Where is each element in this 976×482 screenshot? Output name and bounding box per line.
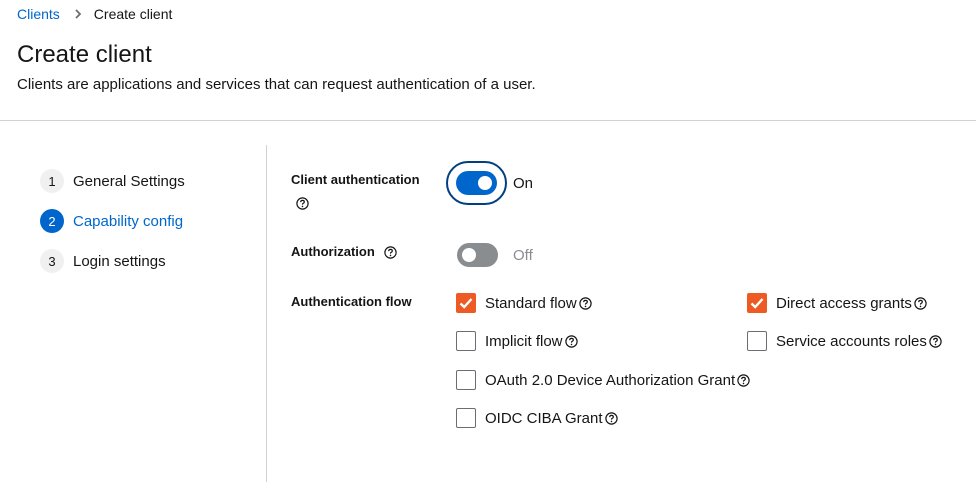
wizard-nav: 1 General Settings 2 Capability config 3… [40, 169, 185, 289]
checkbox-box [747, 331, 767, 351]
authorization-label: Authorization [291, 244, 398, 259]
direct-access-grants-checkbox[interactable]: Direct access grants [747, 293, 927, 313]
checkbox-label: OAuth 2.0 Device Authorization Grant [485, 371, 736, 389]
client-authentication-switch[interactable] [446, 161, 507, 205]
help-icon[interactable] [384, 246, 398, 259]
service-accounts-roles-checkbox[interactable]: Service accounts roles [747, 331, 942, 351]
oidc-ciba-grant-checkbox[interactable]: OIDC CIBA Grant [456, 408, 618, 428]
help-icon[interactable] [296, 197, 309, 210]
wizard-step-login-settings[interactable]: 3 Login settings [40, 249, 185, 273]
wizard-step-capability-config[interactable]: 2 Capability config [40, 209, 185, 233]
implicit-flow-checkbox[interactable]: Implicit flow [456, 331, 578, 351]
checkbox-label: Standard flow [485, 294, 577, 312]
step-label: Capability config [73, 212, 184, 230]
standard-flow-checkbox[interactable]: Standard flow [456, 293, 592, 313]
help-icon[interactable] [914, 296, 927, 310]
chevron-right-icon [74, 9, 82, 19]
page-description: Clients are applications and services th… [17, 76, 536, 93]
checkbox-label: Service accounts roles [776, 332, 927, 350]
step-number: 1 [40, 169, 64, 193]
client-authentication-label: Client authentication [291, 172, 420, 187]
switch-knob [462, 248, 476, 262]
client-authentication-state: On [513, 175, 534, 192]
check-icon [747, 293, 767, 313]
help-icon[interactable] [579, 296, 592, 310]
authorization-label-text: Authorization [291, 244, 375, 259]
help-icon[interactable] [737, 373, 750, 387]
authorization-state: Off [513, 247, 533, 264]
wizard-divider [266, 145, 267, 482]
header-divider [0, 120, 976, 121]
switch-knob [478, 176, 492, 190]
authentication-flow-label-text: Authentication flow [291, 294, 412, 309]
wizard-step-general-settings[interactable]: 1 General Settings [40, 169, 185, 193]
client-authentication-label-text: Client authentication [291, 172, 420, 187]
oauth-device-authorization-grant-checkbox[interactable]: OAuth 2.0 Device Authorization Grant [456, 370, 750, 390]
checkbox-box [456, 370, 476, 390]
help-icon[interactable] [564, 334, 578, 348]
breadcrumb-clients-link[interactable]: Clients [17, 6, 60, 22]
checkbox-label: Direct access grants [776, 294, 912, 312]
breadcrumb: Clients Create client [17, 6, 172, 22]
checkbox-label: Implicit flow [485, 332, 563, 350]
help-icon[interactable] [929, 334, 942, 348]
step-number: 3 [40, 249, 64, 273]
help-icon[interactable] [604, 411, 618, 425]
authentication-flow-label: Authentication flow [291, 294, 412, 309]
step-label: Login settings [73, 252, 166, 270]
check-icon [456, 293, 476, 313]
breadcrumb-current: Create client [93, 6, 173, 22]
authorization-switch[interactable] [457, 243, 498, 267]
switch-track [456, 171, 497, 195]
checkbox-label: OIDC CIBA Grant [485, 409, 603, 427]
step-label: General Settings [73, 172, 185, 190]
checkbox-box [456, 408, 476, 428]
step-number: 2 [40, 209, 64, 233]
page-title: Create client [17, 41, 152, 68]
checkbox-box [456, 331, 476, 351]
